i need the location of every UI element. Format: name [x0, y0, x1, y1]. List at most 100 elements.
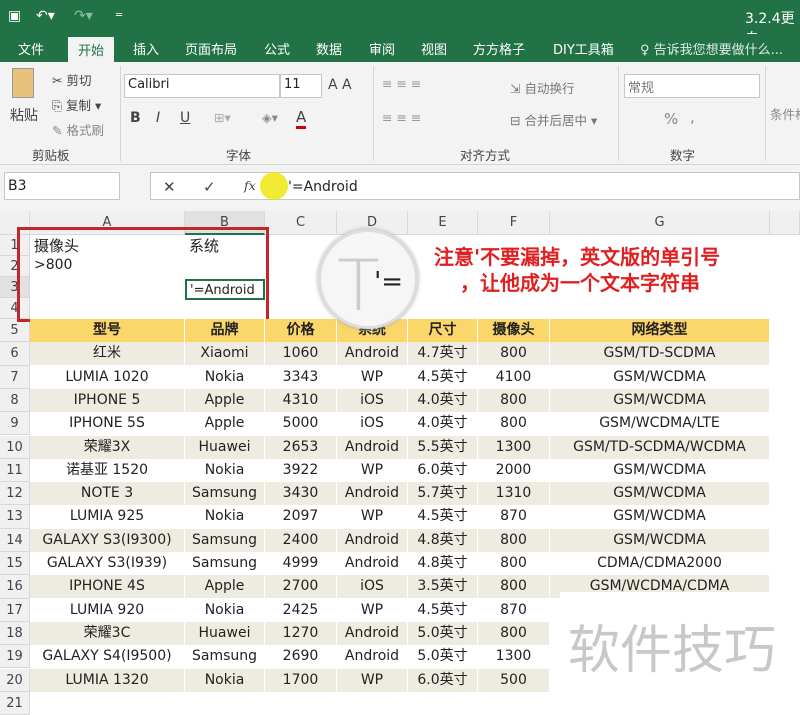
table-cell[interactable]: IPHONE 5	[30, 388, 185, 412]
column-header-F[interactable]: F	[478, 211, 550, 235]
table-header[interactable]: 尺寸	[408, 319, 478, 342]
font-name-select[interactable]: Calibri	[124, 74, 280, 98]
table-cell[interactable]: GALAXY S3(I939)	[30, 552, 185, 575]
row-header-10[interactable]: 10	[0, 435, 30, 459]
table-cell[interactable]: IPHONE 5S	[30, 412, 185, 436]
table-cell[interactable]: 5.5英寸	[408, 435, 478, 459]
copy-button[interactable]: ⎘ 复制 ▾	[52, 95, 101, 114]
table-cell[interactable]: 800	[478, 528, 550, 552]
table-cell[interactable]: 4999	[265, 552, 337, 575]
table-cell[interactable]: 4.8英寸	[408, 528, 478, 552]
table-cell[interactable]: 870	[478, 505, 550, 529]
table-cell[interactable]: 3430	[265, 482, 337, 506]
percent-button[interactable]: %	[664, 110, 678, 128]
grow-font-button[interactable]: A A	[328, 77, 352, 93]
table-cell[interactable]: 800	[478, 575, 550, 599]
table-cell[interactable]: 1270	[265, 621, 337, 645]
table-cell[interactable]: Samsung	[185, 482, 265, 506]
table-cell[interactable]: Huawei	[185, 435, 265, 459]
table-cell[interactable]: GSM/WCDMA	[550, 482, 770, 506]
table-cell[interactable]: LUMIA 1020	[30, 365, 185, 389]
table-cell[interactable]: Xiaomi	[185, 342, 265, 366]
table-cell[interactable]: 2653	[265, 435, 337, 459]
table-cell[interactable]: GSM/WCDMA	[550, 505, 770, 529]
row-header-17[interactable]: 17	[0, 598, 30, 622]
table-cell[interactable]: WP	[337, 598, 408, 622]
table-cell[interactable]: iOS	[337, 388, 408, 412]
table-cell[interactable]: CDMA/CDMA2000	[550, 552, 770, 575]
table-cell[interactable]: Android	[337, 342, 408, 366]
insert-function-icon[interactable]: fx	[244, 178, 256, 193]
table-cell[interactable]: 3343	[265, 365, 337, 389]
tab-8[interactable]: 方方格子	[473, 39, 525, 58]
undo-icon[interactable]: ↶▾	[36, 8, 55, 24]
row-header-19[interactable]: 19	[0, 645, 30, 669]
name-box[interactable]: B3	[4, 172, 120, 200]
table-cell[interactable]: 1310	[478, 482, 550, 506]
column-header-G[interactable]: G	[550, 211, 770, 235]
table-cell[interactable]: 1060	[265, 342, 337, 366]
table-cell[interactable]: 5.7英寸	[408, 482, 478, 506]
row-header-13[interactable]: 13	[0, 505, 30, 529]
wrap-text-button[interactable]: ⇲ 自动换行	[510, 78, 574, 97]
table-cell[interactable]: Apple	[185, 412, 265, 436]
font-color-icon[interactable]: A	[296, 108, 307, 129]
table-cell[interactable]: Android	[337, 435, 408, 459]
table-cell[interactable]: 6.0英寸	[408, 458, 478, 482]
table-cell[interactable]: Samsung	[185, 645, 265, 669]
row-header-8[interactable]: 8	[0, 388, 30, 413]
row-header-21[interactable]: 21	[0, 691, 30, 715]
table-cell[interactable]: WP	[337, 668, 408, 692]
paste-button[interactable]: 粘贴	[10, 105, 38, 125]
customize-icon[interactable]: ═	[116, 10, 122, 21]
table-header[interactable]: 网络类型	[550, 319, 770, 342]
merge-center-button[interactable]: ⊟ 合并后居中 ▾	[510, 110, 597, 129]
table-cell[interactable]: LUMIA 925	[30, 505, 185, 529]
table-cell[interactable]: 2690	[265, 645, 337, 669]
table-cell[interactable]: 870	[478, 598, 550, 622]
table-cell[interactable]: 2000	[478, 458, 550, 482]
tab-7[interactable]: 视图	[421, 39, 447, 58]
table-cell[interactable]: Android	[337, 552, 408, 575]
table-cell[interactable]: 4.5英寸	[408, 598, 478, 622]
border-icon[interactable]: ⊞▾	[214, 110, 231, 125]
row-header-6[interactable]: 6	[0, 342, 30, 366]
table-cell[interactable]: Nokia	[185, 365, 265, 389]
table-cell[interactable]: iOS	[337, 412, 408, 436]
table-cell[interactable]: 1700	[265, 668, 337, 692]
cut-button[interactable]: ✂ 剪切	[52, 70, 91, 89]
fill-color-icon[interactable]: ◈▾	[262, 110, 278, 125]
table-header[interactable]: 型号	[30, 319, 185, 342]
table-cell[interactable]: IPHONE 4S	[30, 575, 185, 599]
table-cell[interactable]: 荣耀3X	[30, 435, 185, 459]
table-cell[interactable]: 3922	[265, 458, 337, 482]
table-cell[interactable]: Apple	[185, 388, 265, 412]
conditional-format-button[interactable]: 条件格	[770, 104, 800, 123]
table-cell[interactable]: 800	[478, 412, 550, 436]
table-cell[interactable]: 500	[478, 668, 550, 692]
save-icon[interactable]: ▣	[8, 8, 21, 24]
table-cell[interactable]: 4.0英寸	[408, 388, 478, 412]
table-cell[interactable]: iOS	[337, 575, 408, 599]
row-header-9[interactable]: 9	[0, 412, 30, 436]
table-cell[interactable]: Nokia	[185, 458, 265, 482]
table-cell[interactable]: Nokia	[185, 505, 265, 529]
table-cell[interactable]: 800	[478, 388, 550, 412]
table-cell[interactable]: Apple	[185, 575, 265, 599]
table-cell[interactable]: GSM/WCDMA	[550, 528, 770, 552]
tab-9[interactable]: DIY工具箱	[553, 39, 614, 58]
tab-1[interactable]: 开始	[68, 37, 115, 62]
table-cell[interactable]: Nokia	[185, 668, 265, 692]
table-cell[interactable]: LUMIA 920	[30, 598, 185, 622]
table-cell[interactable]: 2425	[265, 598, 337, 622]
table-cell[interactable]: 4.8英寸	[408, 552, 478, 575]
table-cell[interactable]: Huawei	[185, 621, 265, 645]
row-header-12[interactable]: 12	[0, 482, 30, 506]
font-size-select[interactable]: 11	[280, 74, 322, 98]
table-cell[interactable]: 荣耀3C	[30, 621, 185, 645]
row-header-16[interactable]: 16	[0, 575, 30, 599]
row-header-7[interactable]: 7	[0, 365, 30, 389]
table-cell[interactable]: Nokia	[185, 598, 265, 622]
tab-3[interactable]: 页面布局	[185, 39, 237, 58]
redo-icon[interactable]: ↷▾	[74, 8, 93, 24]
